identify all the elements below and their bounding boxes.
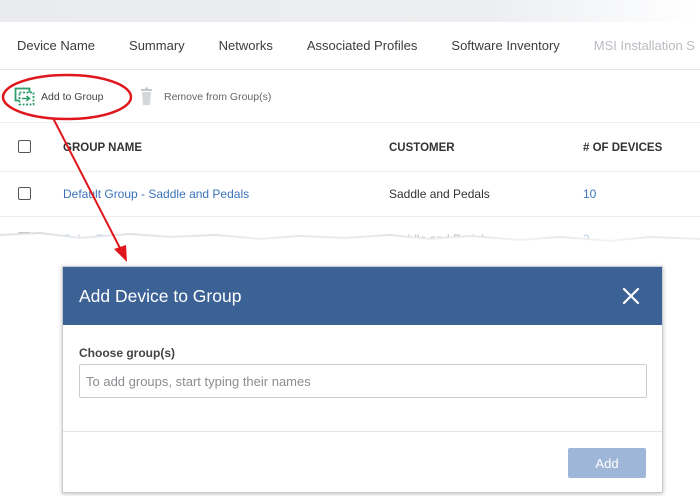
group-name-link[interactable]: Default Group - Saddle and Pedals — [63, 172, 249, 217]
select-all-checkbox[interactable] — [18, 140, 31, 153]
tab-networks[interactable]: Networks — [202, 22, 290, 69]
row-checkbox[interactable] — [18, 187, 31, 200]
close-icon[interactable] — [622, 287, 640, 305]
tab-bar: Device Name Summary Networks Associated … — [0, 22, 700, 70]
group-search-input[interactable] — [79, 364, 647, 398]
dialog-title: Add Device to Group — [79, 286, 242, 306]
table-header-row: GROUP NAME CUSTOMER # OF DEVICES — [0, 124, 700, 172]
toolbar: Add to Group Remove from Group(s) — [0, 71, 700, 123]
table-row: Default Group - Saddle and Pedals Saddle… — [0, 172, 700, 217]
add-to-group-button[interactable]: Add to Group — [14, 87, 103, 107]
dialog-footer: Add — [63, 432, 662, 492]
tab-msi-installation[interactable]: MSI Installation S — [577, 22, 700, 69]
add-button[interactable]: Add — [568, 448, 646, 478]
dialog-body: Choose group(s) — [63, 325, 662, 432]
add-device-to-group-dialog: Add Device to Group Choose group(s) Add — [62, 266, 663, 493]
tab-summary[interactable]: Summary — [112, 22, 202, 69]
dialog-header: Add Device to Group — [63, 267, 662, 325]
tab-associated-profiles[interactable]: Associated Profiles — [290, 22, 435, 69]
torn-edge — [0, 232, 700, 268]
remove-from-group-label: Remove from Group(s) — [164, 91, 272, 103]
tab-device-name[interactable]: Device Name — [0, 22, 112, 69]
customer-cell: Saddle and Pedals — [389, 187, 490, 201]
add-to-group-label: Add to Group — [41, 91, 104, 103]
tab-software-inventory[interactable]: Software Inventory — [434, 22, 576, 69]
header-group-name[interactable]: GROUP NAME — [63, 124, 142, 172]
device-count-link[interactable]: 10 — [583, 172, 596, 217]
add-to-group-icon — [14, 87, 35, 106]
trash-icon — [141, 87, 152, 105]
remove-from-group-button[interactable]: Remove from Group(s) — [137, 87, 271, 107]
header-devices[interactable]: # OF DEVICES — [583, 124, 662, 172]
choose-groups-label: Choose group(s) — [79, 346, 175, 360]
header-customer[interactable]: CUSTOMER — [389, 124, 455, 172]
top-strip — [0, 0, 700, 22]
